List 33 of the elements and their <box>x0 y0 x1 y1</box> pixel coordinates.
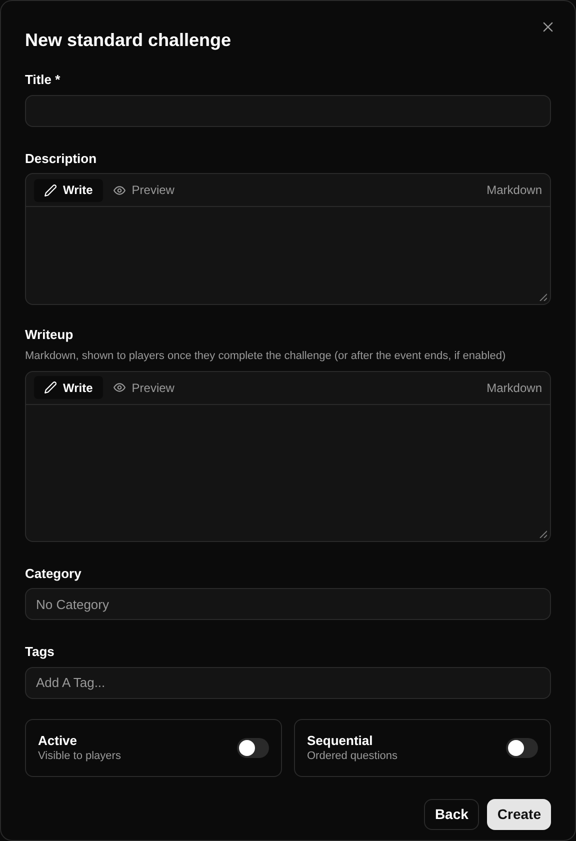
back-button[interactable]: Back <box>424 798 480 830</box>
field-label: Title * <box>25 71 62 89</box>
eye-icon <box>112 184 126 196</box>
resize-handle-icon[interactable] <box>539 293 547 301</box>
toggle-label: Sequential <box>307 732 374 748</box>
create-button[interactable]: Create <box>487 798 551 830</box>
toggle-label: Active <box>38 732 78 748</box>
toggle-description: Visible to players <box>38 748 121 764</box>
close-icon[interactable] <box>541 20 555 34</box>
editor-tab[interactable]: Preview <box>102 376 184 399</box>
markdown-editor[interactable]: Write Preview Markdown <box>25 173 551 305</box>
pencil-icon <box>44 381 57 394</box>
field-label: Writeup <box>25 326 74 344</box>
dialog-title: New standard challenge <box>25 29 232 52</box>
format-label: Markdown <box>486 182 542 199</box>
pencil-icon <box>44 184 57 196</box>
category-select[interactable]: No Category <box>25 588 551 620</box>
eye-icon <box>112 381 126 394</box>
toggle-switch[interactable] <box>506 738 538 758</box>
field-label: Description <box>25 150 98 168</box>
toggle-description: Ordered questions <box>307 748 398 764</box>
title-input[interactable] <box>25 94 551 126</box>
field-label: Tags <box>25 643 56 661</box>
toggle-switch[interactable] <box>237 738 269 758</box>
markdown-editor[interactable]: Write Preview Markdown <box>25 370 551 542</box>
editor-tab[interactable]: Write <box>34 376 103 399</box>
editor-tab[interactable]: Write <box>34 178 103 202</box>
tags-input[interactable]: Add A Tag... <box>25 666 551 698</box>
writeup-hint: Markdown, shown to players once they complete the challenge (or after the event ends, if enabled) <box>25 348 507 364</box>
field-label: Category <box>25 564 82 583</box>
resize-handle-icon[interactable] <box>539 530 547 538</box>
format-label: Markdown <box>486 380 542 396</box>
editor-tab[interactable]: Preview <box>102 178 184 202</box>
